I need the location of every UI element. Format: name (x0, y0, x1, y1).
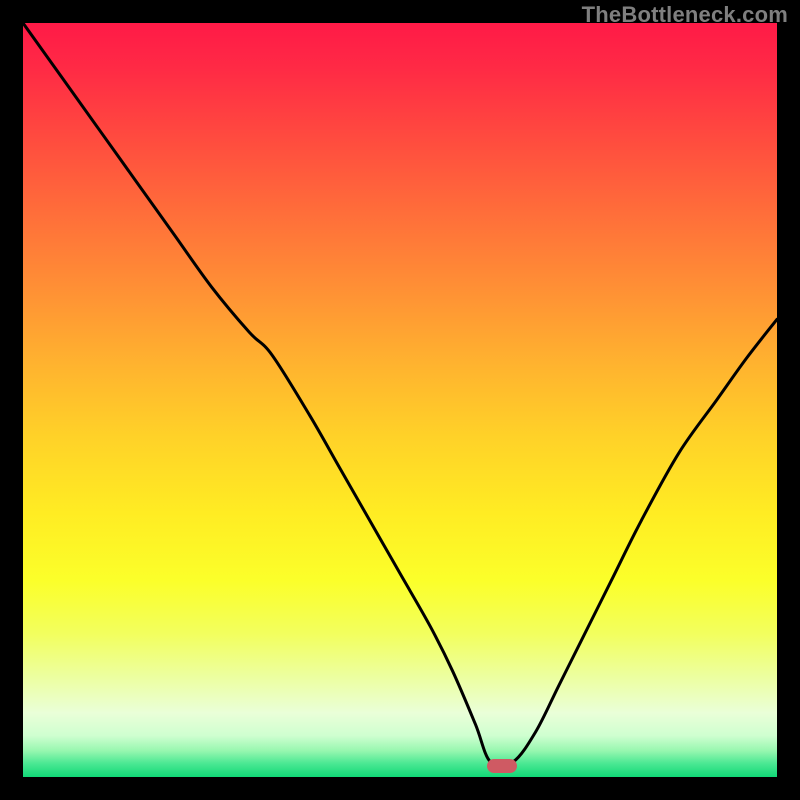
minimum-marker (487, 759, 517, 773)
plot-frame (23, 23, 777, 777)
watermark-text: TheBottleneck.com (582, 2, 788, 28)
figure-root: TheBottleneck.com (0, 0, 800, 800)
curve-layer (23, 23, 777, 777)
bottleneck-curve (23, 23, 777, 766)
